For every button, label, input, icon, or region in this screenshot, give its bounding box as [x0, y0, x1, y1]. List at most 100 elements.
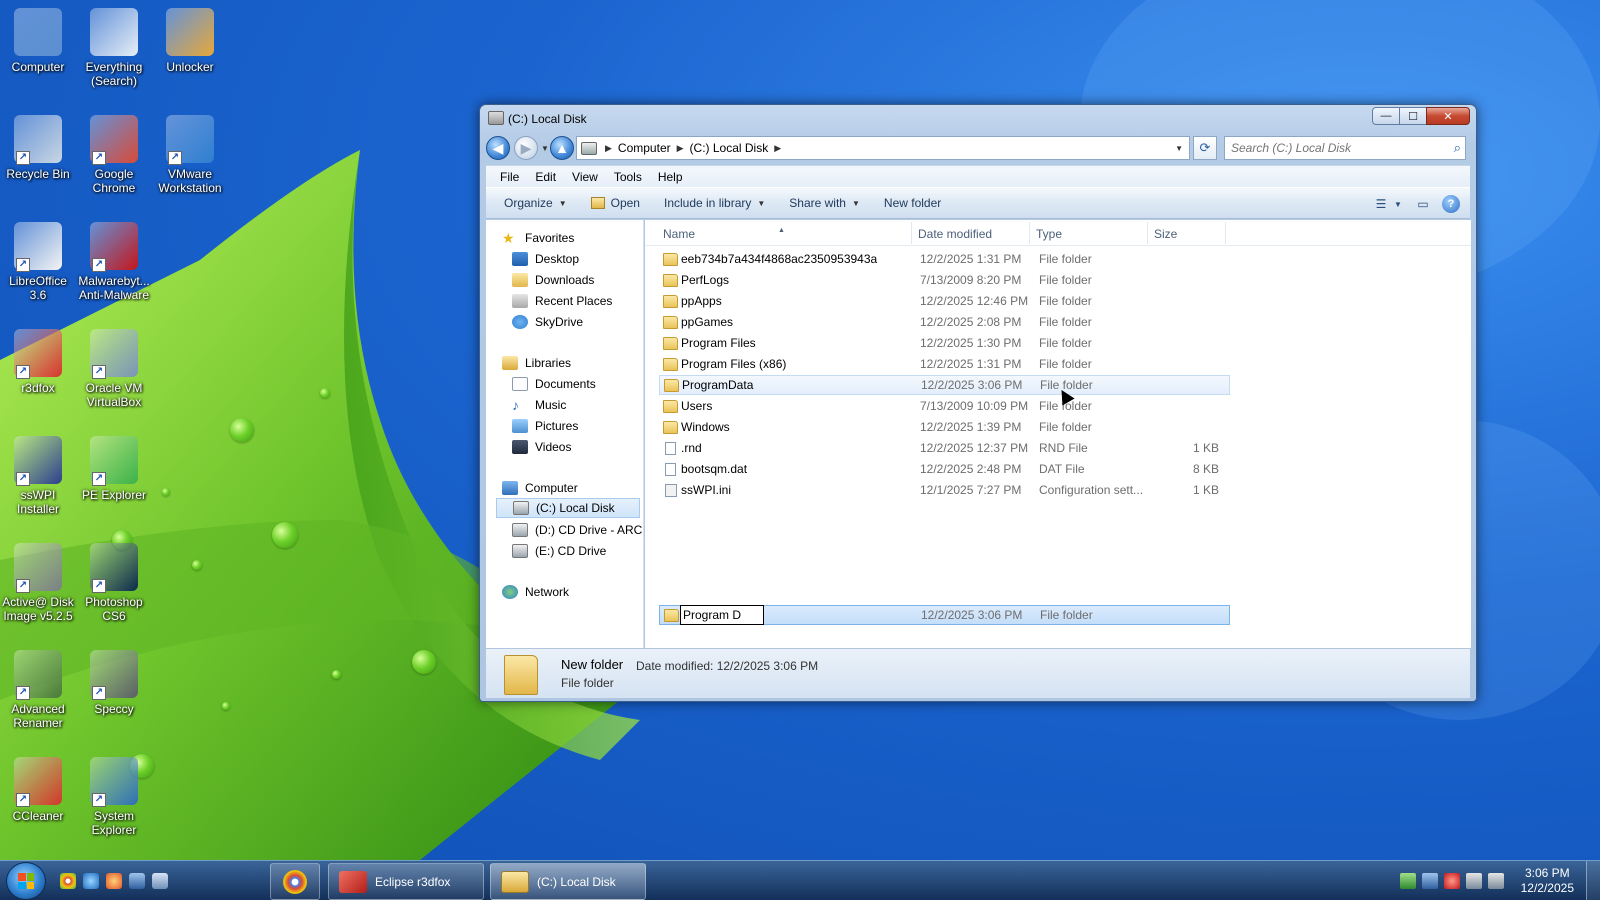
- chrome-icon[interactable]: [60, 873, 76, 889]
- view-options-icon[interactable]: ☰: [1370, 194, 1392, 214]
- desktop-icon-speccy[interactable]: ↗ Speccy: [76, 650, 152, 716]
- column-divider[interactable]: [1029, 222, 1030, 244]
- column-divider[interactable]: [911, 222, 912, 244]
- breadcrumb-separator-icon[interactable]: ▶: [677, 143, 684, 154]
- nav-libraries[interactable]: Libraries: [502, 353, 571, 373]
- nav-skydrive[interactable]: SkyDrive: [512, 312, 583, 332]
- nav-recent-places[interactable]: Recent Places: [512, 291, 612, 311]
- nav-computer[interactable]: Computer: [502, 478, 578, 498]
- nav-documents[interactable]: Documents: [512, 374, 596, 394]
- desktop-icon-system-explorer[interactable]: ↗ System Explorer: [76, 757, 152, 837]
- nav-network[interactable]: Network: [502, 582, 569, 602]
- desktop-icon-computer[interactable]: Computer: [0, 8, 76, 74]
- desktop-icon-malwarebytes[interactable]: ↗ Malwarebyt... Anti-Malware: [76, 222, 152, 302]
- breadcrumb-local-disk[interactable]: (C:) Local Disk: [690, 141, 769, 155]
- nav-pictures[interactable]: Pictures: [512, 416, 578, 436]
- nav-videos[interactable]: Videos: [512, 437, 571, 457]
- taskbar-button-explorer[interactable]: (C:) Local Disk: [490, 863, 646, 900]
- column-divider[interactable]: [1147, 222, 1148, 244]
- nav-favorites[interactable]: ★ Favorites: [502, 228, 574, 248]
- address-dropdown-icon[interactable]: ▼: [1175, 144, 1183, 153]
- desktop-icon-renamer[interactable]: ↗ Advanced Renamer: [0, 650, 76, 730]
- address-bar[interactable]: ▶ Computer ▶ (C:) Local Disk ▶ ▼: [576, 136, 1190, 160]
- file-row[interactable]: ProgramData 12/2/2025 3:06 PM File folder: [659, 375, 1230, 395]
- desktop-icon-ccleaner[interactable]: ↗ CCleaner: [0, 757, 76, 823]
- file-row[interactable]: ssWPI.ini 12/1/2025 7:27 PM Configuration …: [659, 480, 1230, 500]
- share-with-button[interactable]: Share with ▼: [777, 196, 872, 210]
- search-input[interactable]: [1225, 137, 1435, 159]
- rename-input[interactable]: [680, 605, 764, 625]
- file-list[interactable]: ▲ Name Date modified Type Size eeb734b7a…: [645, 220, 1471, 648]
- nav-local-disk-c[interactable]: (C:) Local Disk: [496, 498, 640, 518]
- desktop-icon-search[interactable]: Everything (Search): [76, 8, 152, 88]
- desktop-icon-photoshop[interactable]: ↗ Photoshop CS6: [76, 543, 152, 623]
- taskbar-button-chrome[interactable]: [270, 863, 320, 900]
- desktop-icon-recycle-bin[interactable]: ↗ Recycle Bin: [0, 115, 76, 181]
- file-row[interactable]: eeb734b7a434f4868ac2350953943a 12/2/2025 …: [659, 249, 1230, 269]
- breadcrumb-computer[interactable]: Computer: [618, 141, 671, 155]
- help-icon[interactable]: ?: [1442, 195, 1460, 213]
- file-row[interactable]: Windows 12/2/2025 1:39 PM File folder: [659, 417, 1230, 437]
- menu-help[interactable]: Help: [650, 170, 691, 184]
- desktop-icon-installer[interactable]: ↗ ssWPI Installer: [0, 436, 76, 516]
- volume-muted-icon[interactable]: [1487, 873, 1504, 889]
- chevron-down-icon[interactable]: ▼: [1392, 194, 1404, 214]
- minimize-button[interactable]: —: [1372, 107, 1400, 125]
- title-bar[interactable]: (C:) Local Disk — ☐ ✕: [480, 105, 1476, 133]
- show-desktop-button[interactable]: [1586, 861, 1600, 900]
- file-row[interactable]: Program Files 12/2/2025 1:30 PM File folde…: [659, 333, 1230, 353]
- desktop-icon-chrome[interactable]: ↗ Google Chrome: [76, 115, 152, 195]
- column-date-modified[interactable]: Date modified: [918, 227, 992, 241]
- menu-file[interactable]: File: [492, 170, 527, 184]
- back-button[interactable]: ◀: [486, 136, 510, 160]
- display-icon[interactable]: [1465, 873, 1482, 889]
- column-type[interactable]: Type: [1036, 227, 1062, 241]
- rename-row[interactable]: 12/2/2025 3:06 PM File folder: [659, 605, 1230, 625]
- taskbar-button-r3dfox[interactable]: Eclipse r3dfox: [328, 863, 484, 900]
- search-box[interactable]: ⌕: [1224, 136, 1466, 160]
- file-row[interactable]: Program Files (x86) 12/2/2025 1:31 PM File…: [659, 354, 1230, 374]
- desktop-icon-fox[interactable]: ↗ r3dfox: [0, 329, 76, 395]
- file-row[interactable]: Users 7/13/2009 10:09 PM File folder: [659, 396, 1230, 416]
- file-row[interactable]: ppApps 12/2/2025 12:46 PM File folder: [659, 291, 1230, 311]
- desktop-icon-vmware[interactable]: ↗ VMware Workstation: [152, 115, 228, 195]
- maximize-button[interactable]: ☐: [1399, 107, 1427, 125]
- internet-explorer-icon[interactable]: [83, 873, 99, 889]
- nav-music[interactable]: ♪ Music: [512, 395, 566, 415]
- desktop-icon-disk-image[interactable]: ↗ Active@ Disk Image v5.2.5: [0, 543, 76, 623]
- new-folder-button[interactable]: New folder: [872, 196, 953, 210]
- search-icon[interactable]: ⌕: [1454, 140, 1461, 156]
- file-row[interactable]: .rnd 12/2/2025 12:37 PM RND File 1 KB: [659, 438, 1230, 458]
- breadcrumb-separator-icon[interactable]: ▶: [774, 143, 781, 154]
- close-button[interactable]: ✕: [1426, 107, 1470, 125]
- column-size[interactable]: Size: [1154, 227, 1177, 241]
- clock[interactable]: 3:06 PM 12/2/2025: [1521, 866, 1574, 896]
- action-center-icon[interactable]: [1443, 873, 1460, 889]
- forward-button[interactable]: ▶: [514, 136, 538, 160]
- menu-tools[interactable]: Tools: [606, 170, 650, 184]
- include-in-library-button[interactable]: Include in library ▼: [652, 196, 777, 210]
- preview-pane-icon[interactable]: ▭: [1412, 194, 1434, 214]
- menu-view[interactable]: View: [564, 170, 606, 184]
- network-icon[interactable]: [1421, 873, 1438, 889]
- nav-downloads[interactable]: Downloads: [512, 270, 594, 290]
- show-desktop-icon[interactable]: [129, 873, 145, 889]
- refresh-button[interactable]: ⟳: [1193, 136, 1217, 160]
- recent-pages-icon[interactable]: ▼: [541, 144, 549, 153]
- column-divider[interactable]: [1225, 222, 1226, 244]
- firefox-icon[interactable]: [106, 873, 122, 889]
- open-button[interactable]: Open: [579, 196, 652, 210]
- switch-windows-icon[interactable]: [152, 873, 168, 889]
- nav-cd-drive-d[interactable]: (D:) CD Drive - ARCH: [512, 520, 643, 540]
- menu-edit[interactable]: Edit: [527, 170, 564, 184]
- nav-cd-drive-e[interactable]: (E:) CD Drive: [512, 541, 606, 561]
- breadcrumb-separator-icon[interactable]: ▶: [605, 143, 612, 154]
- up-button[interactable]: ▲: [550, 136, 574, 160]
- file-row[interactable]: bootsqm.dat 12/2/2025 2:48 PM DAT File 8 KB: [659, 459, 1230, 479]
- column-name[interactable]: Name: [663, 227, 695, 241]
- desktop-icon-document[interactable]: ↗ LibreOffice 3.6: [0, 222, 76, 302]
- explorer-window[interactable]: (C:) Local Disk — ☐ ✕ ◀ ▶ ▼ ▲ ▶ Computer…: [479, 104, 1477, 702]
- start-button[interactable]: [6, 862, 46, 900]
- nav-desktop[interactable]: Desktop: [512, 249, 579, 269]
- desktop-icon-virtualbox[interactable]: ↗ Oracle VM VirtualBox: [76, 329, 152, 409]
